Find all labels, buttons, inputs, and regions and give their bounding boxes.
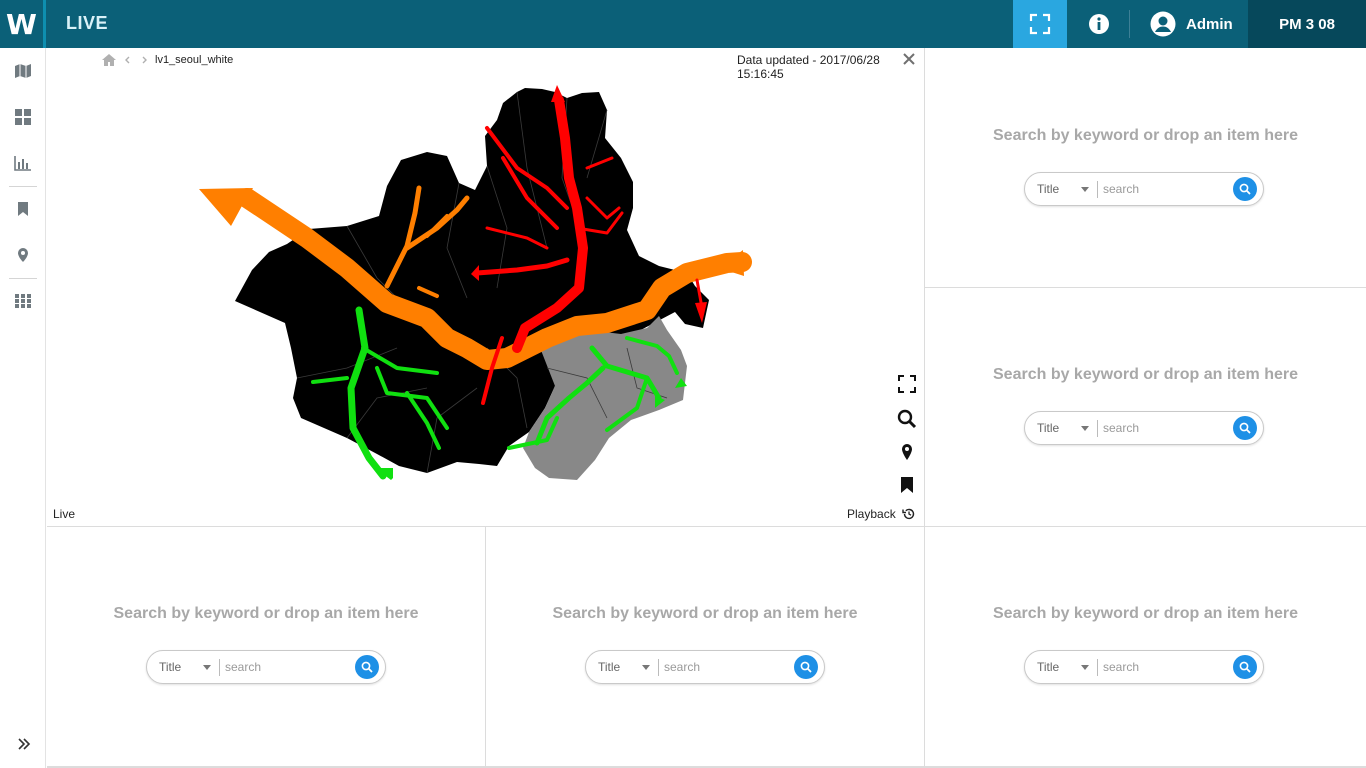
- search-input[interactable]: [1103, 179, 1233, 199]
- dashboard-icon: [15, 109, 31, 125]
- seoul-traffic-map[interactable]: [47, 48, 925, 527]
- search-divider: [1097, 659, 1098, 676]
- playback-button[interactable]: Playback: [847, 507, 916, 521]
- sidebar-item-bookmarks[interactable]: [0, 189, 46, 229]
- location-pin-icon: [18, 248, 28, 262]
- chevron-down-icon[interactable]: [203, 665, 211, 670]
- drop-hint-text: Search by keyword or drop an item here: [993, 127, 1298, 144]
- map-fullscreen-button[interactable]: [897, 374, 917, 394]
- panel-search-box: Title: [1024, 650, 1264, 684]
- search-divider: [1097, 420, 1098, 437]
- double-chevron-right-icon: [18, 738, 31, 750]
- search-icon: [1239, 661, 1251, 673]
- chevron-down-icon[interactable]: [1081, 426, 1089, 431]
- empty-panel[interactable]: Search by keyword or drop an item here T…: [47, 527, 486, 768]
- drop-hint-text: Search by keyword or drop an item here: [552, 605, 858, 622]
- search-button[interactable]: [1233, 655, 1257, 679]
- search-button[interactable]: [355, 655, 379, 679]
- search-icon: [800, 661, 812, 673]
- info-icon: [1089, 14, 1109, 34]
- panel-search-box: Title: [146, 650, 386, 684]
- search-input[interactable]: [1103, 418, 1233, 438]
- search-field-select[interactable]: Title: [1037, 660, 1059, 674]
- location-pin-icon: [902, 444, 912, 460]
- search-field-select[interactable]: Title: [159, 660, 181, 674]
- chart-icon: [14, 156, 31, 171]
- logo-text: W: [6, 7, 37, 41]
- search-button[interactable]: [1233, 416, 1257, 440]
- empty-panel[interactable]: Search by keyword or drop an item here T…: [486, 527, 925, 768]
- chevron-down-icon[interactable]: [1081, 187, 1089, 192]
- search-divider: [1097, 181, 1098, 198]
- apps-grid-icon: [15, 294, 31, 308]
- search-field-select[interactable]: Title: [1037, 182, 1059, 196]
- bookmark-icon: [901, 477, 913, 493]
- header-divider: [1129, 10, 1130, 38]
- sidebar-divider: [9, 186, 37, 187]
- search-divider: [658, 659, 659, 676]
- sidebar-item-locations[interactable]: [0, 235, 46, 275]
- empty-panel[interactable]: Search by keyword or drop an item here T…: [925, 48, 1366, 288]
- sidebar: [0, 48, 46, 768]
- empty-panel[interactable]: Search by keyword or drop an item here T…: [925, 288, 1366, 527]
- drop-hint-text: Search by keyword or drop an item here: [113, 605, 419, 622]
- search-icon: [897, 409, 917, 429]
- fullscreen-icon: [898, 375, 916, 393]
- search-field-select[interactable]: Title: [1037, 421, 1059, 435]
- search-input[interactable]: [664, 657, 794, 677]
- chevron-down-icon[interactable]: [1081, 665, 1089, 670]
- expand-sidebar-button[interactable]: [17, 737, 31, 755]
- search-icon: [1239, 183, 1251, 195]
- fullscreen-icon: [1029, 13, 1051, 35]
- fullscreen-button[interactable]: [1013, 0, 1067, 48]
- search-divider: [219, 659, 220, 676]
- map-icon: [15, 64, 31, 78]
- panel-search-box: Title: [1024, 411, 1264, 445]
- history-icon: [902, 508, 914, 520]
- page-title: LIVE: [66, 13, 109, 33]
- sidebar-item-analytics[interactable]: [0, 143, 46, 183]
- search-icon: [361, 661, 373, 673]
- map-location-button[interactable]: [897, 442, 917, 462]
- search-button[interactable]: [794, 655, 818, 679]
- drop-hint-text: Search by keyword or drop an item here: [993, 366, 1298, 383]
- search-icon: [1239, 422, 1251, 434]
- empty-panel[interactable]: Search by keyword or drop an item here T…: [925, 527, 1366, 768]
- map-panel: lv1_seoul_white Data updated - 2017/06/2…: [47, 48, 925, 527]
- search-input[interactable]: [225, 657, 355, 677]
- app-logo[interactable]: W: [0, 0, 46, 48]
- user-avatar-icon: [1150, 11, 1176, 37]
- map-search-button[interactable]: [897, 409, 917, 429]
- info-button[interactable]: [1071, 0, 1127, 48]
- playback-label: Playback: [847, 507, 896, 521]
- search-input[interactable]: [1103, 657, 1233, 677]
- panel-search-box: Title: [1024, 172, 1264, 206]
- map-bookmark-button[interactable]: [897, 475, 917, 495]
- bookmark-icon: [18, 202, 28, 216]
- live-label[interactable]: Live: [53, 507, 75, 521]
- search-button[interactable]: [1233, 177, 1257, 201]
- clock: PM 3 08: [1248, 0, 1366, 48]
- panel-search-box: Title: [585, 650, 825, 684]
- sidebar-item-dashboard[interactable]: [0, 97, 46, 137]
- sidebar-item-apps[interactable]: [0, 281, 46, 321]
- user-name: Admin: [1186, 15, 1233, 33]
- search-field-select[interactable]: Title: [598, 660, 620, 674]
- top-bar: W LIVE Admin PM 3 08: [0, 0, 1366, 48]
- drop-hint-text: Search by keyword or drop an item here: [993, 605, 1298, 622]
- chevron-down-icon[interactable]: [642, 665, 650, 670]
- user-menu[interactable]: Admin: [1140, 0, 1246, 48]
- sidebar-divider: [9, 278, 37, 279]
- sidebar-item-map[interactable]: [0, 51, 46, 91]
